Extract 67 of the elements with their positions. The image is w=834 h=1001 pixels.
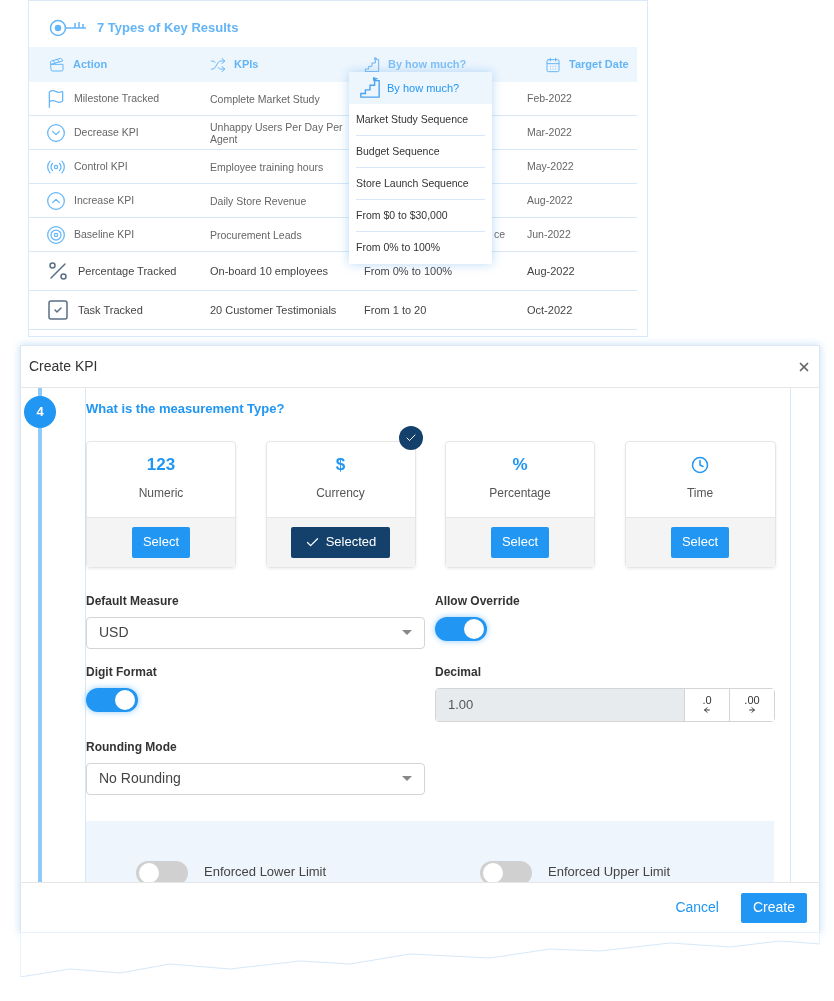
menu-item[interactable]: Market Study Sequence [356, 104, 485, 136]
kr-type: Baseline KPI [74, 226, 135, 242]
menu-item[interactable]: Budget Sequence [356, 136, 485, 168]
type-symbol: 123 [146, 456, 176, 474]
dialog-title: Create KPI [29, 357, 98, 376]
menu-item[interactable]: From 0% to 100% [356, 232, 485, 264]
step-badge: 4 [24, 396, 56, 428]
calendar-icon [545, 56, 561, 73]
field-label: Decimal [435, 663, 483, 681]
rounding-select[interactable]: No Rounding [86, 762, 425, 795]
table-cell-text: ce [494, 226, 506, 242]
kr-type: Increase KPI [74, 192, 135, 208]
kr-type: Decrease KPI [74, 124, 139, 140]
limit-toggle[interactable] [136, 860, 188, 882]
table-cell-text: May-2022 [527, 158, 575, 174]
kr-type: Task Tracked [78, 302, 143, 318]
field-label: Digit Format [86, 663, 158, 681]
checkbox-icon [46, 298, 70, 322]
menu-item[interactable]: From $0 to $30,000 [356, 200, 485, 232]
table-cell: From 1 to 20 [364, 303, 427, 316]
kr-type: Milestone Tracked [74, 90, 160, 106]
measure-select[interactable]: USD [86, 616, 425, 649]
table-cell-text: Aug-2022 [527, 263, 576, 279]
menu-item[interactable]: Store Launch Sequence [356, 168, 485, 200]
percent-icon [46, 259, 70, 283]
stairs-icon [359, 77, 381, 99]
table-cell-text: Jun-2022 [527, 226, 572, 242]
toggle-label: Enforced Lower Limit [204, 862, 327, 881]
field-label: Default Measure [86, 592, 180, 610]
type-label: Time [686, 485, 714, 502]
toggle-label: Enforced Upper Limit [548, 862, 671, 881]
question-title: What is the measurement Type? [86, 400, 286, 418]
field-label: Allow Override [435, 592, 521, 610]
kr-type: Percentage Tracked [78, 263, 177, 279]
table-cell-text: Feb-2022 [527, 90, 573, 106]
table-cell: From 0% to 100% [364, 264, 453, 277]
field-label: Rounding Mode [86, 738, 178, 756]
kr-type: Control KPI [74, 158, 128, 174]
shuffle-icon [210, 56, 226, 73]
section-title: 7 Types of Key Results [97, 19, 239, 38]
type-label: Percentage [489, 485, 551, 502]
flag-icon [46, 88, 66, 109]
key-dial-icon [49, 19, 89, 37]
table-cell-text: Daily Store Revenue [209, 194, 308, 207]
limit-toggle[interactable] [480, 860, 532, 882]
stairs-icon [364, 56, 380, 73]
table-cell-text: Unhappy Users Per Day Per Agent [209, 120, 344, 145]
table-cell-text: Complete Market Study [209, 92, 321, 105]
clapperboard-icon [49, 56, 65, 73]
table-cell-text: Mar-2022 [527, 124, 573, 140]
table-cell-text: Oct-2022 [527, 302, 574, 318]
digit-format-toggle[interactable] [86, 687, 138, 712]
table-cell-text: 20 Customer Testimonials [209, 304, 338, 316]
table-cell-text: Procurement Leads [209, 228, 303, 241]
table-cell-text: Aug-2022 [527, 192, 574, 208]
type-label: Currency [316, 485, 365, 502]
caret-icon [402, 776, 412, 781]
select-button[interactable]: Selected [290, 526, 391, 558]
override-toggle[interactable] [435, 616, 487, 641]
type-symbol: % [512, 456, 528, 474]
caret-icon [402, 630, 412, 635]
type-symbol: $ [335, 456, 346, 474]
target-icon [46, 224, 66, 245]
clock-icon [691, 456, 709, 474]
table-cell-text: On-board 10 employees [209, 265, 329, 277]
table-cell-text: Employee training hours [209, 160, 325, 173]
type-label: Numeric [138, 485, 184, 502]
